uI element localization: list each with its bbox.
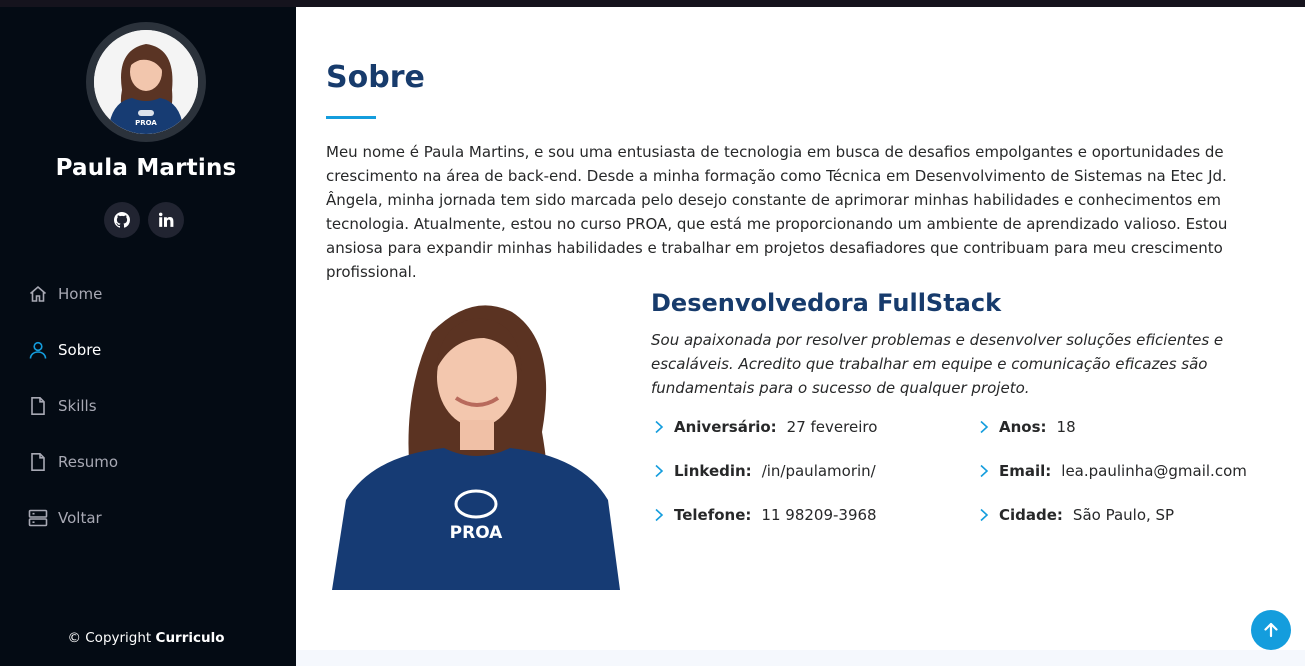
chevron-right-icon <box>978 464 990 478</box>
chevron-right-icon <box>653 420 665 434</box>
nav-label-voltar: Voltar <box>58 509 102 527</box>
info-label: Anos: <box>999 418 1047 436</box>
chevron-right-icon <box>978 420 990 434</box>
linkedin-icon <box>158 212 174 228</box>
home-icon <box>28 284 48 304</box>
file-icon <box>28 452 48 472</box>
info-label: Cidade: <box>999 506 1063 524</box>
server-icon <box>28 508 48 528</box>
info-cidade: Cidade: São Paulo, SP <box>978 506 1174 524</box>
info-label: Telefone: <box>674 506 752 524</box>
role-description: Sou apaixonada por resolver problemas e … <box>651 331 1224 397</box>
info-label: Email: <box>999 462 1052 480</box>
svg-text:PROA: PROA <box>450 523 504 543</box>
avatar-photo: PROA <box>94 30 198 134</box>
about-section: Sobre Meu nome é Paula Martins, e sou um… <box>296 7 1305 666</box>
copyright: © Copyright Curriculo <box>0 630 292 646</box>
nav-label-sobre: Sobre <box>58 341 102 359</box>
info-label: Aniversário: <box>674 418 777 436</box>
copyright-brand: Curriculo <box>155 630 225 646</box>
github-icon <box>114 212 130 228</box>
back-to-top-button[interactable] <box>1251 610 1291 650</box>
info-label: Linkedin: <box>674 462 752 480</box>
nav-label-resumo: Resumo <box>58 453 119 471</box>
profile-name: Paula Martins <box>55 155 237 181</box>
info-value: São Paulo, SP <box>1072 506 1175 524</box>
nav-label-home: Home <box>58 285 103 303</box>
title-underline <box>326 116 376 119</box>
info-aniversario: Aniversário: 27 fevereiro <box>653 418 877 436</box>
chevron-right-icon <box>653 464 665 478</box>
info-telefone: Telefone: 11 98209-3968 <box>653 506 877 524</box>
chevron-right-icon <box>978 508 990 522</box>
svg-text:PROA: PROA <box>135 119 157 127</box>
next-section-edge <box>296 650 1305 666</box>
linkedin-link[interactable] <box>148 202 184 238</box>
nav-item-sobre[interactable]: Sobre <box>0 328 296 372</box>
copyright-prefix: © Copyright <box>67 630 152 646</box>
section-title: Sobre <box>326 60 425 95</box>
info-value: 27 fevereiro <box>786 418 878 436</box>
github-link[interactable] <box>104 202 140 238</box>
info-value: 11 98209-3968 <box>761 506 877 524</box>
file-icon <box>28 396 48 416</box>
info-anos: Anos: 18 <box>978 418 1076 436</box>
nav-item-skills[interactable]: Skills <box>0 384 296 428</box>
nav-item-resumo[interactable]: Resumo <box>0 440 296 484</box>
nav-item-voltar[interactable]: Voltar <box>0 496 296 540</box>
info-linkedin: Linkedin: /in/paulamorin/ <box>653 462 876 480</box>
role-title: Desenvolvedora FullStack <box>651 289 1002 317</box>
top-bar <box>0 0 1305 7</box>
info-value: lea.paulinha@gmail.com <box>1061 462 1247 480</box>
chevron-right-icon <box>653 508 665 522</box>
arrow-up-icon <box>1261 620 1281 640</box>
nav-label-skills: Skills <box>58 397 97 415</box>
info-value: /in/paulamorin/ <box>761 462 876 480</box>
profile-photo: PROA <box>332 292 620 590</box>
info-email: Email: lea.paulinha@gmail.com <box>978 462 1247 480</box>
avatar: PROA <box>86 22 206 142</box>
nav-item-home[interactable]: Home <box>0 272 296 316</box>
info-value: 18 <box>1056 418 1076 436</box>
about-intro: Meu nome é Paula Martins, e sou uma entu… <box>326 143 1228 281</box>
sidebar: PROA Paula Martins Home Sobre Skills Res… <box>0 7 296 666</box>
user-icon <box>28 340 48 360</box>
